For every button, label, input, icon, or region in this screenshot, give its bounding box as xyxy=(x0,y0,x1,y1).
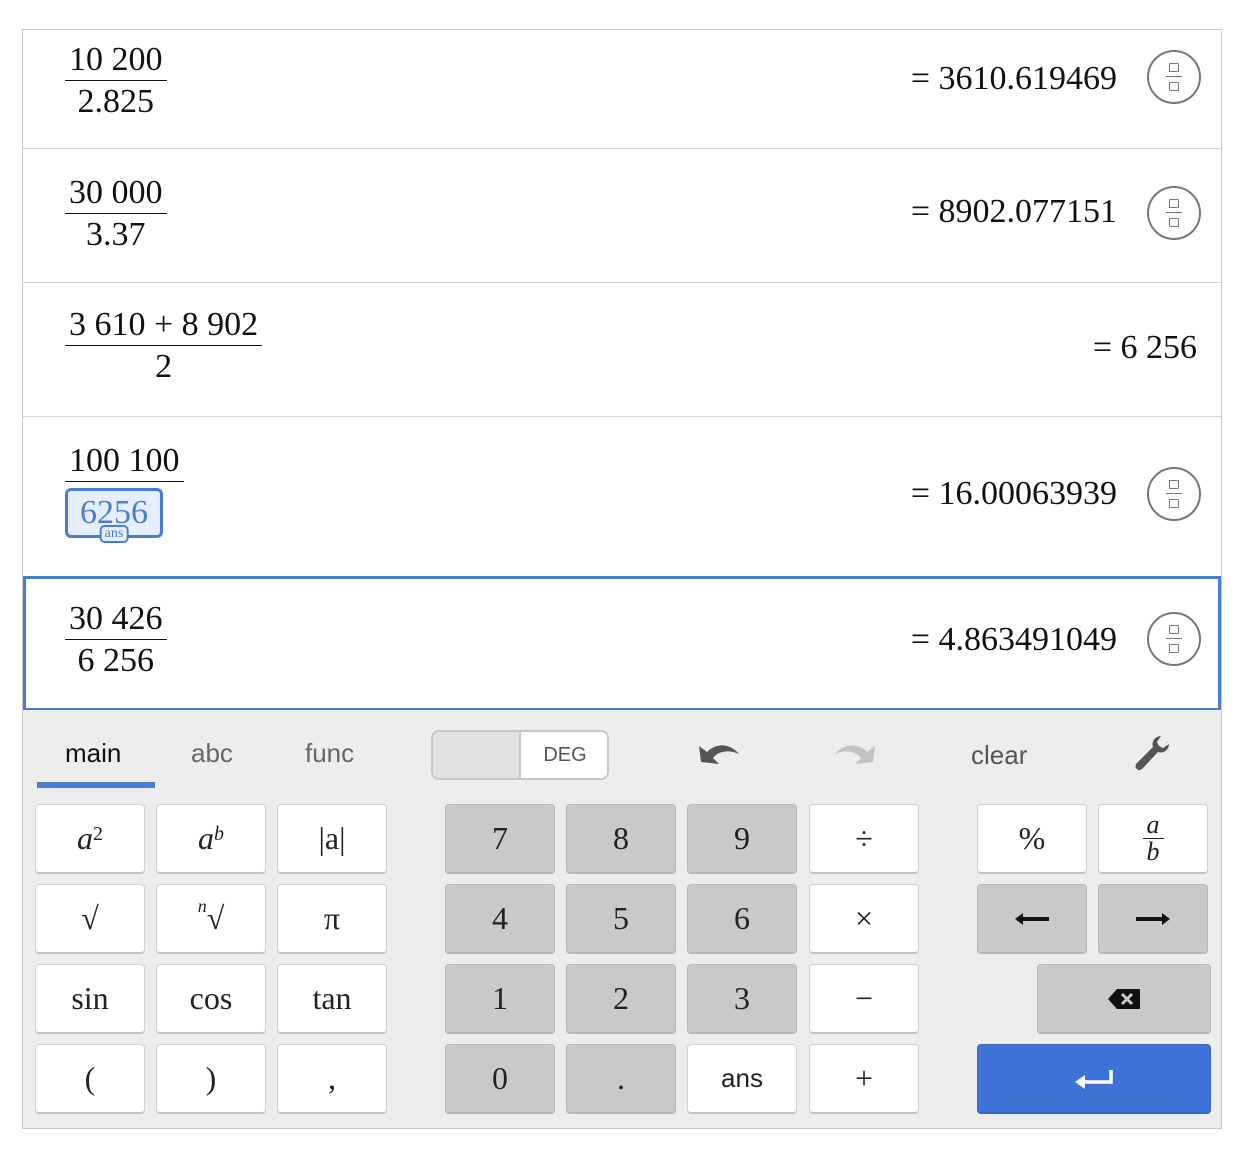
digit-7-key[interactable]: 7 xyxy=(445,804,555,874)
fraction-expression: 3 610 + 8 902 2 xyxy=(65,307,263,386)
denominator: 2.825 xyxy=(77,83,155,120)
denominator: 3.37 xyxy=(86,216,146,253)
undo-icon[interactable] xyxy=(695,738,743,770)
history-row[interactable]: 100 100 6256 ans = 16.00063939 xyxy=(23,417,1221,577)
toggle-off-side xyxy=(433,732,519,778)
a-squared-key[interactable]: a2 xyxy=(35,804,145,874)
digit-8-key[interactable]: 8 xyxy=(566,804,676,874)
fraction-expression: 10 200 2.825 xyxy=(65,42,167,121)
fraction-decimal-toggle-icon[interactable] xyxy=(1147,467,1201,521)
numerator: 10 200 xyxy=(65,42,167,81)
ans-tag: ans xyxy=(99,525,129,543)
enter-return-icon xyxy=(1075,1069,1113,1089)
cos-key[interactable]: cos xyxy=(156,964,266,1034)
deg-label: DEG xyxy=(519,732,607,778)
sin-key[interactable]: sin xyxy=(35,964,145,1034)
history-row[interactable]: 30 000 3.37 = 8902.077151 xyxy=(23,149,1221,283)
sqrt-key[interactable]: √ xyxy=(35,884,145,954)
tab-func[interactable]: func xyxy=(305,738,354,769)
fraction-decimal-toggle-icon[interactable] xyxy=(1147,612,1201,666)
digit-2-key[interactable]: 2 xyxy=(566,964,676,1034)
denominator: 2 xyxy=(155,348,173,385)
history-row-selected[interactable]: 30 426 6 256 = 4.863491049 xyxy=(23,576,1221,711)
left-arrow-key[interactable] xyxy=(977,884,1087,954)
result-value: = 3610.619469 xyxy=(910,60,1117,97)
fraction-expression: 30 426 6 256 xyxy=(65,601,167,680)
a-power-b-key[interactable]: ab xyxy=(156,804,266,874)
enter-key[interactable] xyxy=(977,1044,1211,1114)
digit-3-key[interactable]: 3 xyxy=(687,964,797,1034)
clear-button[interactable]: clear xyxy=(971,740,1027,771)
numerator: 3 610 + 8 902 xyxy=(65,307,263,346)
decimal-point-key[interactable]: . xyxy=(566,1044,676,1114)
settings-wrench-icon[interactable] xyxy=(1133,734,1171,772)
digit-5-key[interactable]: 5 xyxy=(566,884,676,954)
ans-reference[interactable]: 6256 ans xyxy=(65,488,163,543)
left-arrow-icon xyxy=(1015,912,1049,925)
digit-6-key[interactable]: 6 xyxy=(687,884,797,954)
fraction-key[interactable]: a b xyxy=(1098,804,1208,874)
left-paren-key[interactable]: ( xyxy=(35,1044,145,1114)
numerator: 30 426 xyxy=(65,601,167,640)
calculator: 10 200 2.825 = 3610.619469 30 000 3.37 =… xyxy=(22,29,1222,1129)
fraction-expression: 100 100 6256 ans xyxy=(65,443,184,543)
result-value: = 8902.077151 xyxy=(910,193,1117,230)
comma-key[interactable]: , xyxy=(277,1044,387,1114)
keypad: main abc func DEG clear a2 ab |a| √ n √ π… xyxy=(23,710,1221,1128)
denominator: 6 256 xyxy=(77,642,155,679)
result-value: = 16.00063939 xyxy=(910,475,1117,512)
digit-9-key[interactable]: 9 xyxy=(687,804,797,874)
right-arrow-icon xyxy=(1136,912,1170,925)
fraction-decimal-toggle-icon[interactable] xyxy=(1147,50,1201,104)
plus-key[interactable]: + xyxy=(809,1044,919,1114)
percent-key[interactable]: % xyxy=(977,804,1087,874)
divide-key[interactable]: ÷ xyxy=(809,804,919,874)
angle-mode-toggle[interactable]: DEG xyxy=(431,730,609,780)
pi-key[interactable]: π xyxy=(277,884,387,954)
tab-abc[interactable]: abc xyxy=(191,738,233,769)
digit-4-key[interactable]: 4 xyxy=(445,884,555,954)
tab-main[interactable]: main xyxy=(65,738,121,769)
fraction-decimal-toggle-icon[interactable] xyxy=(1147,186,1201,240)
numerator: 30 000 xyxy=(65,175,167,214)
numerator: 100 100 xyxy=(65,443,184,482)
history-row[interactable]: 3 610 + 8 902 2 = 6 256 xyxy=(23,283,1221,417)
backspace-key[interactable] xyxy=(1037,964,1211,1034)
result-value: = 6 256 xyxy=(1092,329,1197,366)
backspace-icon xyxy=(1108,988,1140,1009)
digit-0-key[interactable]: 0 xyxy=(445,1044,555,1114)
active-tab-indicator xyxy=(37,782,155,788)
nth-root-key[interactable]: n √ xyxy=(156,884,266,954)
tan-key[interactable]: tan xyxy=(277,964,387,1034)
fraction-expression: 30 000 3.37 xyxy=(65,175,167,254)
result-value: = 4.863491049 xyxy=(910,621,1117,658)
digit-1-key[interactable]: 1 xyxy=(445,964,555,1034)
history-row[interactable]: 10 200 2.825 = 3610.619469 xyxy=(23,30,1221,149)
ans-key[interactable]: ans xyxy=(687,1044,797,1114)
minus-key[interactable]: − xyxy=(809,964,919,1034)
abs-key[interactable]: |a| xyxy=(277,804,387,874)
multiply-key[interactable]: × xyxy=(809,884,919,954)
right-arrow-key[interactable] xyxy=(1098,884,1208,954)
redo-icon[interactable] xyxy=(831,738,879,770)
right-paren-key[interactable]: ) xyxy=(156,1044,266,1114)
